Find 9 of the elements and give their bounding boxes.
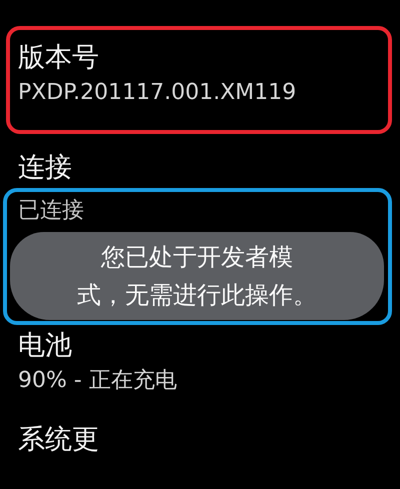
setting-title: 版本号	[18, 41, 99, 75]
setting-title: 系统更	[18, 423, 99, 457]
setting-title: 电池	[18, 329, 72, 363]
setting-summary: 已连接	[18, 197, 84, 225]
setting-title: 连接	[18, 151, 72, 185]
setting-summary: PXDP.201117.001.XM119	[18, 79, 296, 107]
toast-text: 式，无需进行此操作。	[77, 280, 317, 311]
setting-summary: 90% - 正在充电	[18, 367, 177, 395]
toast-text: 您已处于开发者模	[101, 242, 293, 273]
